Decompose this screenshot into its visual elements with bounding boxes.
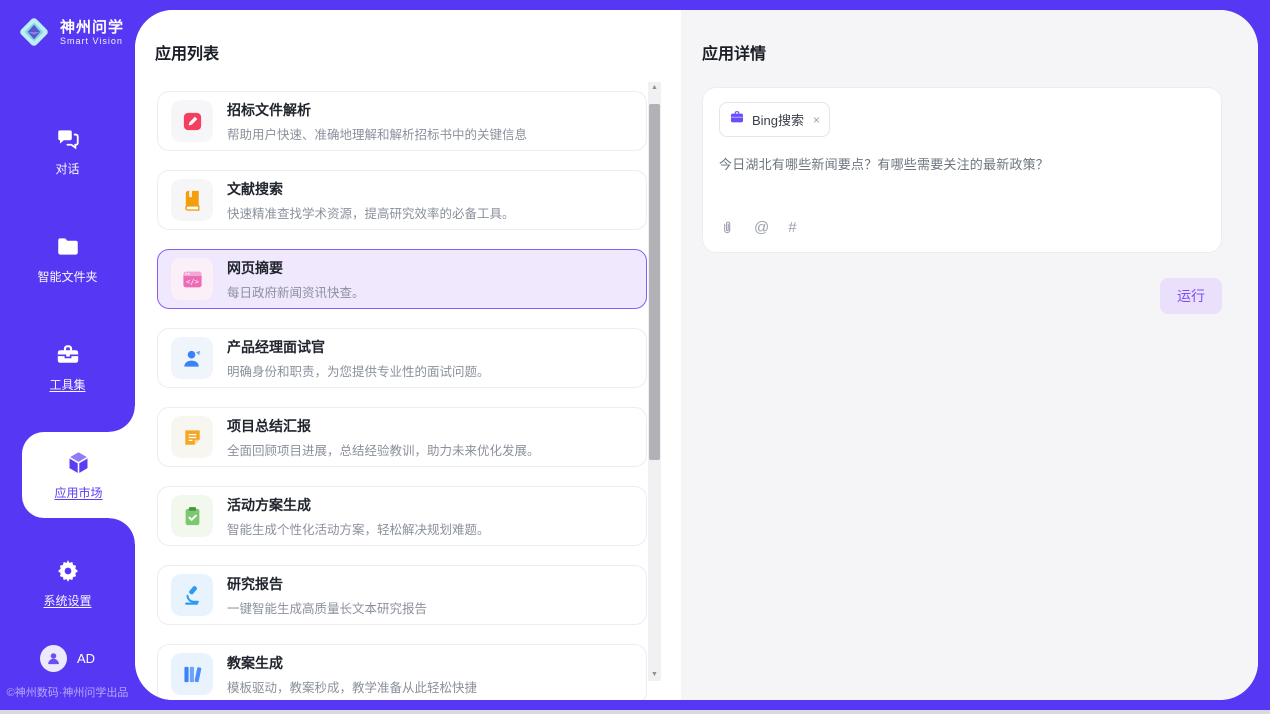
sidebar-item-label: 系统设置 [43, 592, 91, 609]
app-card-description: 智能生成个性化活动方案，轻松解决规划难题。 [227, 519, 490, 538]
mention-icon[interactable]: @ [754, 219, 769, 236]
sidebar-item-3[interactable]: 应用市场 [22, 432, 135, 518]
cube-icon [65, 450, 92, 477]
app-card-description: 明确身份和职责，为您提供专业性的面试问题。 [227, 361, 490, 380]
app-card-title: 网页摘要 [227, 258, 365, 278]
interviewer-icon [171, 337, 213, 379]
app-card-title: 文献搜索 [227, 179, 515, 199]
svg-text:</>: </> [186, 277, 200, 286]
sidebar-item-label: 应用市场 [54, 484, 102, 501]
tool-tag-bing-search: Bing搜索 × [719, 102, 830, 137]
app-detail-title: 应用详情 [702, 40, 1222, 64]
app-card-3[interactable]: 产品经理面试官 明确身份和职责，为您提供专业性的面试问题。 [157, 328, 647, 388]
folder-icon [54, 234, 81, 261]
edit-doc-icon [171, 100, 213, 142]
sidebar-item-label: 工具集 [49, 376, 85, 393]
briefcase-icon [729, 109, 745, 130]
user-account[interactable]: AD [0, 645, 135, 672]
bottom-edge-strip [0, 710, 1270, 714]
app-card-2[interactable]: </> 网页摘要 每日政府新闻资讯快查。 [157, 249, 647, 309]
tool-tag-label: Bing搜索 [752, 110, 804, 129]
scroll-up-arrow-icon[interactable]: ▲ [651, 82, 658, 94]
sidebar: 神州问学 Smart Vision 对话 智能文件夹 工具集 应用市场 系统设置… [0, 0, 135, 710]
sidebar-item-label: 对话 [55, 160, 79, 177]
gear-icon [54, 558, 81, 585]
app-list-title: 应用列表 [155, 40, 681, 64]
hash-icon[interactable]: # [788, 219, 796, 236]
app-card-title: 产品经理面试官 [227, 337, 490, 357]
app-card-5[interactable]: 活动方案生成 智能生成个性化活动方案，轻松解决规划难题。 [157, 486, 647, 546]
app-list-panel: 应用列表 招标文件解析 帮助用户快速、准确地理解和解析招标书中的关键信息 文献搜… [135, 10, 681, 700]
avatar [40, 645, 67, 672]
attachment-icon[interactable] [719, 220, 735, 236]
app-card-description: 每日政府新闻资讯快查。 [227, 282, 365, 301]
app-card-description: 快速精准查找学术资源，提高研究效率的必备工具。 [227, 203, 515, 222]
app-card-title: 研究报告 [227, 574, 427, 594]
microscope-icon [171, 574, 213, 616]
copyright-footer: ©神州数码·神州问学出品 [0, 684, 135, 700]
sidebar-item-4[interactable]: 系统设置 [0, 540, 135, 626]
app-card-description: 一键智能生成高质量长文本研究报告 [227, 598, 427, 617]
app-card-6[interactable]: 研究报告 一键智能生成高质量长文本研究报告 [157, 565, 647, 625]
brand-subtitle: Smart Vision [60, 36, 124, 46]
brand: 神州问学 Smart Vision [0, 0, 135, 50]
app-card-0[interactable]: 招标文件解析 帮助用户快速、准确地理解和解析招标书中的关键信息 [157, 91, 647, 151]
prompt-card: Bing搜索 × 今日湖北有哪些新闻要点？有哪些需要关注的最新政策？ @# [702, 87, 1222, 253]
book-icon [171, 179, 213, 221]
browser-code-icon: </> [171, 258, 213, 300]
scroll-down-arrow-icon[interactable]: ▼ [651, 669, 658, 681]
scrollbar[interactable]: ▲ ▼ [648, 82, 661, 681]
sidebar-nav: 对话 智能文件夹 工具集 应用市场 系统设置 [0, 108, 135, 648]
app-card-description: 全面回顾项目进展，总结经验教训，助力未来优化发展。 [227, 440, 540, 459]
scrollbar-track[interactable] [648, 94, 661, 669]
app-detail-panel: 应用详情 Bing搜索 × 今日湖北有哪些新闻要点？有哪些需要关注的最新政策？ … [681, 10, 1258, 700]
note-icon [171, 416, 213, 458]
close-icon[interactable]: × [813, 114, 820, 126]
clipboard-check-icon [171, 495, 213, 537]
app-card-title: 教案生成 [227, 653, 477, 673]
sidebar-item-2[interactable]: 工具集 [0, 324, 135, 410]
app-card-title: 项目总结汇报 [227, 416, 540, 436]
user-initials: AD [77, 651, 95, 666]
brand-name: 神州问学 [60, 19, 124, 36]
sidebar-item-label: 智能文件夹 [37, 268, 97, 285]
books-icon [171, 653, 213, 695]
app-card-title: 招标文件解析 [227, 100, 527, 120]
app-card-7[interactable]: 教案生成 模板驱动，教案秒成，教学准备从此轻松快捷 [157, 644, 647, 700]
sidebar-item-1[interactable]: 智能文件夹 [0, 216, 135, 302]
sidebar-item-0[interactable]: 对话 [0, 108, 135, 194]
toolbox-icon [54, 342, 81, 369]
app-card-description: 帮助用户快速、准确地理解和解析招标书中的关键信息 [227, 124, 527, 143]
chat-icon [54, 126, 81, 153]
app-card-list: 招标文件解析 帮助用户快速、准确地理解和解析招标书中的关键信息 文献搜索 快速精… [157, 91, 647, 700]
main-content: 应用列表 招标文件解析 帮助用户快速、准确地理解和解析招标书中的关键信息 文献搜… [135, 10, 1258, 700]
scrollbar-thumb[interactable] [649, 104, 660, 460]
diamond-logo-icon [16, 14, 52, 50]
input-toolbar: @# [719, 219, 1205, 238]
app-card-title: 活动方案生成 [227, 495, 490, 515]
run-button[interactable]: 运行 [1160, 278, 1222, 314]
app-card-1[interactable]: 文献搜索 快速精准查找学术资源，提高研究效率的必备工具。 [157, 170, 647, 230]
prompt-input[interactable]: 今日湖北有哪些新闻要点？有哪些需要关注的最新政策？ [719, 154, 1205, 173]
run-row: 运行 [702, 278, 1222, 314]
app-card-4[interactable]: 项目总结汇报 全面回顾项目进展，总结经验教训，助力未来优化发展。 [157, 407, 647, 467]
app-card-description: 模板驱动，教案秒成，教学准备从此轻松快捷 [227, 677, 477, 696]
